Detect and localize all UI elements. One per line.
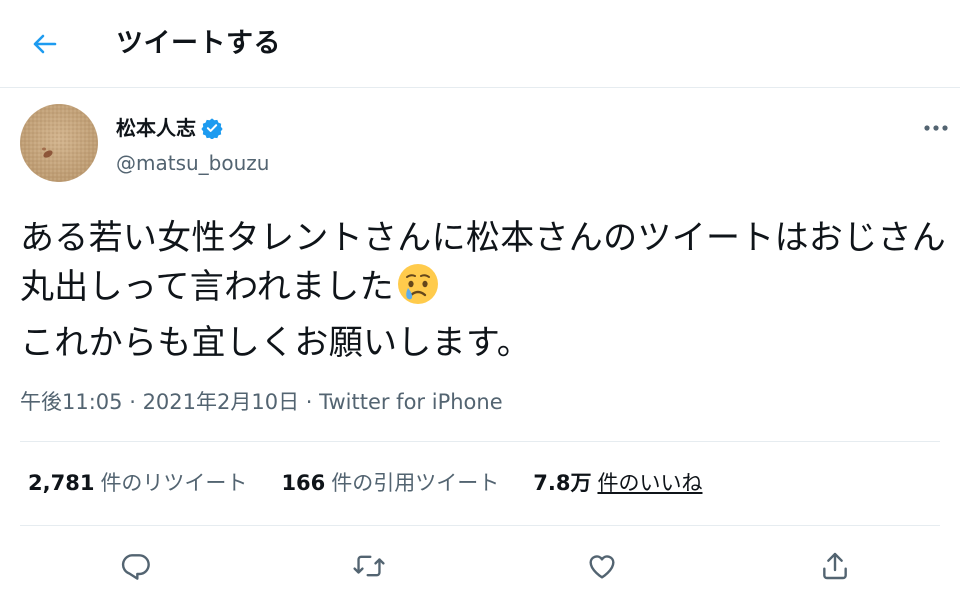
- retweet-count-link[interactable]: 2,781 件のリツイート: [28, 466, 247, 500]
- share-button[interactable]: [815, 546, 855, 586]
- back-button[interactable]: [22, 26, 66, 62]
- meta-separator: ·: [299, 390, 320, 414]
- more-horizontal-icon: [924, 125, 948, 131]
- quote-count: 166: [281, 471, 326, 495]
- retweet-icon: [353, 555, 385, 577]
- arrow-left-icon: [33, 34, 57, 54]
- reply-button[interactable]: [116, 546, 156, 586]
- like-icon: [589, 555, 615, 579]
- author-name-text: 松本人志: [116, 116, 196, 140]
- meta-separator: ·: [122, 390, 143, 414]
- tweet-text-line2: これからも宜しくお願いします。: [20, 323, 532, 363]
- retweet-label: 件のリツイート: [100, 471, 248, 495]
- avatar-image: [20, 104, 98, 182]
- tweet-meta: 午後11:05 · 2021年2月10日 · Twitter for iPhon…: [20, 386, 503, 418]
- like-count: 7.8万: [533, 471, 592, 495]
- like-button[interactable]: [582, 546, 622, 586]
- retweet-button[interactable]: [349, 546, 389, 586]
- share-icon: [823, 552, 847, 580]
- tweet-source[interactable]: Twitter for iPhone: [319, 390, 503, 414]
- reply-icon: [121, 554, 150, 580]
- quote-label: 件の引用ツイート: [331, 471, 500, 495]
- avatar[interactable]: [20, 104, 98, 182]
- tweet-header: ツイートする: [0, 0, 960, 88]
- more-options-button[interactable]: [918, 114, 954, 142]
- tweet-time[interactable]: 午後11:05: [20, 390, 123, 414]
- tweet-date[interactable]: 2021年2月10日: [143, 390, 300, 414]
- tweet-text: ある若い女性タレントさんに松本さんのツイートはおじさん丸出しって言われました こ…: [20, 214, 950, 367]
- tweet-text-line1: ある若い女性タレントさんに松本さんのツイートはおじさん丸出しって言われました: [20, 218, 947, 307]
- divider: [20, 441, 940, 442]
- tweet-stats: 2,781 件のリツイート 166 件の引用ツイート 7.8万 件のいいね: [28, 466, 736, 500]
- author-handle[interactable]: @matsu_bouzu: [116, 149, 269, 177]
- page-title: ツイートする: [116, 28, 281, 59]
- like-count-link[interactable]: 7.8万 件のいいね: [533, 466, 702, 500]
- crying-face-emoji-icon: [396, 262, 440, 319]
- retweet-count: 2,781: [28, 471, 95, 495]
- verified-badge-icon: [201, 117, 223, 139]
- like-label: 件のいいね: [597, 471, 703, 495]
- quote-count-link[interactable]: 166 件の引用ツイート: [281, 466, 499, 500]
- author-name[interactable]: 松本人志: [116, 113, 223, 143]
- divider: [20, 525, 940, 526]
